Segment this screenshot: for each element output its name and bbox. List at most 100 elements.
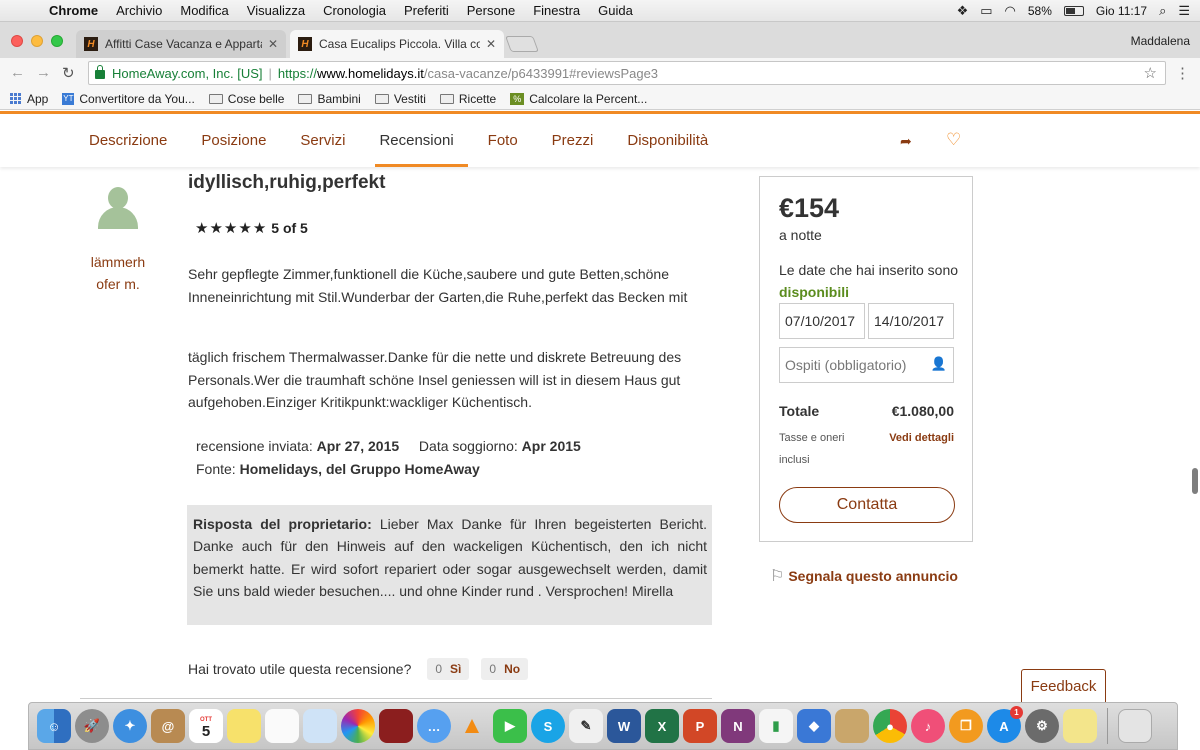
close-window-button[interactable] xyxy=(11,35,23,47)
skype-icon[interactable]: S xyxy=(531,709,565,743)
app-store-icon[interactable]: A 1 xyxy=(987,706,1023,743)
url-scheme: https:// xyxy=(277,65,317,81)
excel-icon[interactable]: X xyxy=(645,709,679,743)
checkout-date-field[interactable]: 14/10/2017 xyxy=(868,303,954,339)
onenote-icon[interactable]: N xyxy=(721,709,755,743)
feedback-button[interactable]: Feedback xyxy=(1021,669,1106,702)
dropbox-icon[interactable]: ❖ xyxy=(957,3,969,19)
close-tab-icon[interactable]: ✕ xyxy=(268,37,278,51)
facetime-icon[interactable]: ▶ xyxy=(493,709,527,743)
menu-persone[interactable]: Persone xyxy=(458,3,524,18)
menu-chrome[interactable]: Chrome xyxy=(40,3,107,18)
word-icon[interactable]: W xyxy=(607,709,641,743)
source-value: Homelidays, del Gruppo HomeAway xyxy=(239,461,480,477)
browser-tab-2[interactable]: H Casa Eucalips Piccola. Villa co ✕ xyxy=(290,30,504,58)
bookmark-star-icon[interactable]: ☆ xyxy=(1144,64,1157,82)
menu-modifica[interactable]: Modifica xyxy=(171,3,237,18)
guests-field[interactable]: Ospiti (obbligatorio) 👤 xyxy=(779,347,954,383)
back-arrow-icon[interactable]: ← xyxy=(10,64,25,81)
availability-prefix: Le date che hai inserito sono xyxy=(779,262,959,278)
dock-separator xyxy=(1107,708,1108,744)
details-link[interactable]: Vedi dettagli xyxy=(889,427,954,449)
forward-arrow-icon[interactable]: → xyxy=(36,64,51,81)
profile-name[interactable]: Maddalena xyxy=(1131,34,1190,48)
clock[interactable]: Gio 11:17 xyxy=(1096,4,1147,18)
vote-yes-button[interactable]: 0 Sì xyxy=(427,658,470,680)
heart-icon[interactable]: ♡ xyxy=(946,130,961,150)
menu-preferiti[interactable]: Preferiti xyxy=(395,3,458,18)
address-bar[interactable]: HomeAway.com, Inc. [US] | https:// www.h… xyxy=(88,61,1166,85)
numbers-icon[interactable]: ▮ xyxy=(759,709,793,743)
bookmark-converter[interactable]: YT Convertitore da You... xyxy=(62,92,195,106)
menu-guida[interactable]: Guida xyxy=(589,3,642,18)
menu-visualizza[interactable]: Visualizza xyxy=(238,3,314,18)
battery-icon[interactable] xyxy=(1063,6,1084,16)
tab-disponibilita[interactable]: Disponibilità xyxy=(627,114,708,167)
chrome-icon[interactable]: ● xyxy=(873,709,907,743)
report-listing-link[interactable]: ⚐ Segnala questo annuncio xyxy=(770,566,958,586)
ibooks-icon[interactable]: ❐ xyxy=(949,709,983,743)
tab-posizione[interactable]: Posizione xyxy=(201,114,266,167)
vote-no-count: 0 xyxy=(489,662,497,676)
bookmark-calcolare[interactable]: % Calcolare la Percent... xyxy=(510,92,647,106)
tab-foto[interactable]: Foto xyxy=(488,114,518,167)
safari-icon[interactable]: ✦ xyxy=(113,709,147,743)
powerpoint-icon[interactable]: P xyxy=(683,709,717,743)
notification-center-icon[interactable]: ☰ xyxy=(1178,3,1190,19)
bookmark-folder-vestiti[interactable]: Vestiti xyxy=(374,92,426,106)
photo-booth-icon[interactable] xyxy=(379,709,413,743)
system-preferences-icon[interactable]: ⚙ xyxy=(1025,709,1059,743)
reminders-icon[interactable] xyxy=(265,709,299,743)
apps-grid-icon xyxy=(10,92,22,105)
tab-prezzi[interactable]: Prezzi xyxy=(552,114,594,167)
contact-button[interactable]: Contatta xyxy=(779,487,955,523)
preview-2-icon[interactable] xyxy=(835,709,869,743)
menu-finestra[interactable]: Finestra xyxy=(524,3,589,18)
bookmark-app[interactable]: App xyxy=(10,92,48,106)
keynote-icon[interactable]: ◆ xyxy=(797,709,831,743)
menu-cronologia[interactable]: Cronologia xyxy=(314,3,395,18)
stay-label: Data soggiorno: xyxy=(418,438,518,454)
preview-icon[interactable] xyxy=(303,709,337,743)
airplay-icon[interactable]: ▭ xyxy=(980,3,992,19)
browser-tab-1[interactable]: H Affitti Case Vacanza e Apparta ✕ xyxy=(76,30,286,58)
launchpad-icon[interactable]: 🚀 xyxy=(75,709,109,743)
scrollbar-thumb[interactable] xyxy=(1192,468,1198,494)
vote-no-button[interactable]: 0 No xyxy=(481,658,529,680)
spotlight-icon[interactable]: ⌕ xyxy=(1159,3,1166,19)
finder-icon[interactable]: ☺ xyxy=(37,709,71,743)
availability-message: Le date che hai inserito sono disponibil… xyxy=(779,259,959,303)
reload-icon[interactable]: ↻ xyxy=(62,64,75,82)
messages-icon[interactable]: … xyxy=(417,709,451,743)
stay-value: Apr 2015 xyxy=(521,438,581,454)
new-tab-button[interactable] xyxy=(505,36,539,52)
tab-servizi[interactable]: Servizi xyxy=(300,114,345,167)
checkin-date-field[interactable]: 07/10/2017 xyxy=(779,303,865,339)
photos-icon[interactable] xyxy=(341,709,375,743)
trash-icon[interactable] xyxy=(1118,709,1152,743)
star-icon: ★ xyxy=(195,220,209,237)
chrome-menu-icon[interactable]: ⋮ xyxy=(1175,64,1190,82)
bookmark-label: Calcolare la Percent... xyxy=(529,91,648,106)
vlc-icon[interactable]: ▲ xyxy=(455,709,489,743)
calendar-icon[interactable]: OTT 5 xyxy=(189,709,223,743)
share-icon[interactable]: ➦ xyxy=(900,133,912,150)
close-tab-icon[interactable]: ✕ xyxy=(486,37,496,51)
bookmark-folder-cose-belle[interactable]: Cose belle xyxy=(208,92,284,106)
tab-descrizione[interactable]: Descrizione xyxy=(89,114,167,167)
url-host: www.homelidays.it xyxy=(316,65,424,81)
textedit-icon[interactable]: ✎ xyxy=(569,709,603,743)
wifi-icon[interactable]: ◠ xyxy=(1005,3,1016,19)
reviewer-name[interactable]: lämmerh ofer m. xyxy=(88,251,148,295)
bookmark-folder-ricette[interactable]: Ricette xyxy=(439,92,496,106)
folder-icon xyxy=(208,93,223,104)
tab-recensioni[interactable]: Recensioni xyxy=(375,114,468,167)
stickies-icon[interactable] xyxy=(1063,709,1097,743)
contacts-icon[interactable]: @ xyxy=(151,709,185,743)
menu-archivio[interactable]: Archivio xyxy=(107,3,171,18)
bookmark-folder-bambini[interactable]: Bambini xyxy=(298,92,361,106)
itunes-icon[interactable]: ♪ xyxy=(911,709,945,743)
zoom-window-button[interactable] xyxy=(51,35,63,47)
notes-icon[interactable] xyxy=(227,709,261,743)
minimize-window-button[interactable] xyxy=(31,35,43,47)
